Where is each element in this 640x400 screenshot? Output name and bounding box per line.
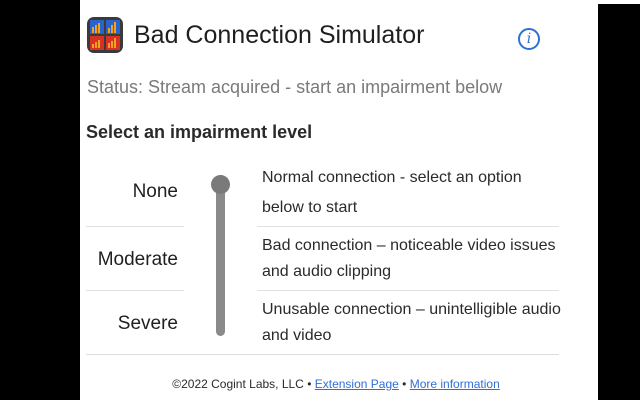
- divider: [257, 290, 559, 291]
- header: Bad Connection Simulator: [87, 17, 547, 57]
- level-none-description: Normal connection - select an option bel…: [262, 169, 522, 216]
- more-information-link[interactable]: More information: [410, 377, 500, 391]
- divider: [257, 226, 559, 227]
- level-none[interactable]: None: [86, 181, 184, 203]
- level-moderate-description: Bad connection – noticeable video issues…: [262, 237, 556, 280]
- level-severe[interactable]: Severe: [86, 313, 184, 335]
- info-icon[interactable]: i: [518, 28, 540, 50]
- footer: ©2022 Cogint Labs, LLC • Extension Page …: [80, 377, 592, 391]
- status-text: Status: Stream acquired - start an impai…: [87, 77, 503, 97]
- divider: [86, 226, 184, 227]
- impairment-slider-knob[interactable]: [211, 175, 230, 194]
- separator: •: [402, 377, 407, 391]
- impairment-slider-track[interactable]: [216, 182, 225, 336]
- background-strip: [598, 0, 640, 4]
- divider: [86, 290, 184, 291]
- extension-page-link[interactable]: Extension Page: [315, 377, 399, 391]
- bar-chart-grid-icon: [87, 17, 123, 53]
- level-severe-description: Unusable connection – unintelligible aud…: [262, 301, 561, 344]
- copyright-text: ©2022 Cogint Labs, LLC: [172, 377, 304, 391]
- level-moderate[interactable]: Moderate: [86, 249, 184, 271]
- footer-divider: [86, 354, 559, 355]
- extension-popup: Bad Connection Simulator i Status: Strea…: [80, 0, 598, 400]
- separator: •: [307, 377, 312, 391]
- section-title: Select an impairment level: [86, 122, 313, 142]
- app-title: Bad Connection Simulator: [134, 21, 425, 49]
